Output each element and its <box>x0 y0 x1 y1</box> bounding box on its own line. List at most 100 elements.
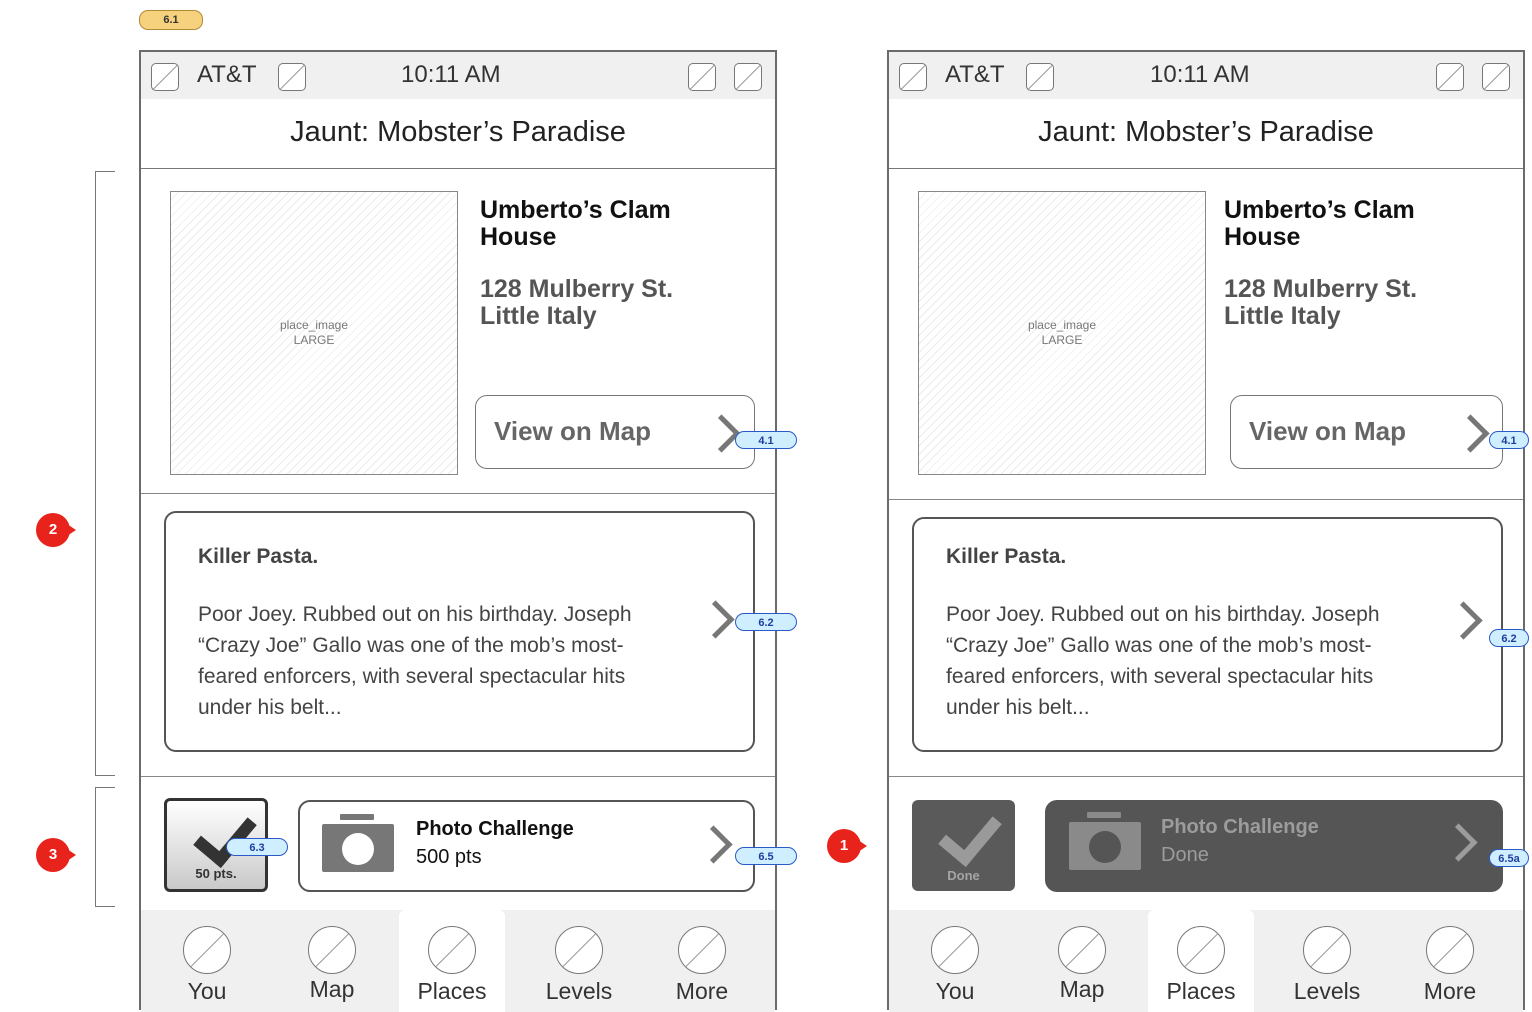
place-address-line2: Little Italy <box>480 302 597 330</box>
photo-challenge-card[interactable]: Photo Challenge 500 pts <box>298 800 755 892</box>
signal-icon <box>151 63 179 91</box>
story-section-bracket <box>95 171 115 776</box>
tab-more-icon <box>1426 926 1474 974</box>
page-title: Jaunt: Mobster’s Paradise <box>889 99 1523 169</box>
tab-map-icon <box>1058 926 1106 974</box>
carrier-label: AT&T <box>197 61 257 88</box>
story-ref-tag: 6.2 <box>735 613 797 631</box>
challenge-title: Photo Challenge <box>416 818 574 840</box>
chevron-right-icon <box>1451 414 1490 453</box>
screen-id-tag: 6.1 <box>139 10 203 30</box>
chevron-right-icon <box>696 600 735 639</box>
tab-label: Map <box>309 976 355 1002</box>
signal-icon <box>899 63 927 91</box>
view-on-map-label: View on Map <box>494 416 651 446</box>
map-button-ref-tag: 4.1 <box>1489 431 1529 449</box>
place-image: place_image LARGE <box>918 191 1206 475</box>
tab-more[interactable]: More <box>649 910 755 1012</box>
map-button-ref-tag: 4.1 <box>735 431 797 449</box>
check-in-points-label: 50 pts. <box>195 866 237 881</box>
divider <box>889 499 1523 500</box>
tab-places[interactable]: Places <box>399 910 505 1012</box>
tab-label: You <box>935 978 975 1004</box>
tab-bar: You Map Places Levels More <box>141 910 775 1012</box>
story-card[interactable]: Killer Pasta. Poor Joey. Rubbed out on h… <box>912 517 1503 752</box>
wifi-icon <box>1026 63 1054 91</box>
tab-label: Levels <box>1293 978 1361 1004</box>
location-icon <box>1436 63 1464 91</box>
clock-label: 10:11 AM <box>1150 61 1250 88</box>
check-in-ref-tag: 6.3 <box>226 838 288 856</box>
story-card[interactable]: Killer Pasta. Poor Joey. Rubbed out on h… <box>164 511 755 752</box>
tab-more[interactable]: More <box>1397 910 1503 1012</box>
tab-label: Places <box>1166 978 1236 1004</box>
tab-map[interactable]: Map <box>279 910 385 1012</box>
tab-label: More <box>675 978 729 1004</box>
divider <box>141 493 775 494</box>
image-label: place_image <box>279 318 349 332</box>
location-icon <box>688 63 716 91</box>
challenge-ref-tag: 6.5 <box>735 847 797 865</box>
story-body: Poor Joey. Rubbed out on his birthday. J… <box>198 603 632 719</box>
check-in-done-button: Done <box>912 800 1015 891</box>
battery-icon <box>1482 63 1510 91</box>
chevron-right-icon <box>1444 601 1483 640</box>
place-address-line2: Little Italy <box>1224 302 1341 330</box>
tab-you[interactable]: You <box>154 910 260 1012</box>
view-on-map-label: View on Map <box>1249 416 1406 446</box>
annotation-badge-3: 3 <box>36 838 76 872</box>
view-on-map-button[interactable]: View on Map <box>1230 395 1503 469</box>
check-in-done-label: Done <box>947 868 980 883</box>
image-size-label: LARGE <box>293 333 335 347</box>
actions-section-bracket <box>95 787 115 907</box>
tab-levels[interactable]: Levels <box>526 910 632 1012</box>
challenge-title: Photo Challenge <box>1161 816 1319 838</box>
chevron-right-icon <box>1439 823 1478 862</box>
wifi-icon <box>278 63 306 91</box>
tab-places[interactable]: Places <box>1148 910 1254 1012</box>
tab-label: Levels <box>545 978 613 1004</box>
story-ref-tag: 6.2 <box>1489 629 1529 647</box>
phone-screen-default: AT&T 10:11 AM Jaunt: Mobster’s Paradise … <box>139 50 797 1012</box>
tab-places-icon <box>428 926 476 974</box>
image-size-label: LARGE <box>1041 333 1083 347</box>
tab-map-icon <box>308 926 356 974</box>
tab-you-icon <box>183 926 231 974</box>
tab-label: More <box>1423 978 1477 1004</box>
checkmark-icon <box>938 800 1002 868</box>
carrier-label: AT&T <box>945 61 1005 88</box>
tab-you-icon <box>931 926 979 974</box>
tab-label: You <box>187 978 227 1004</box>
place-name: Umberto’s Clam House <box>480 196 671 251</box>
page-title: Jaunt: Mobster’s Paradise <box>141 99 775 169</box>
status-bar: AT&T 10:11 AM <box>889 52 1523 99</box>
status-bar: AT&T 10:11 AM <box>141 52 775 99</box>
challenge-status: Done <box>1161 844 1209 866</box>
tab-map[interactable]: Map <box>1029 910 1135 1012</box>
story-title: Killer Pasta. <box>946 545 1067 568</box>
place-address-line1: 128 Mulberry St. <box>1224 275 1418 303</box>
place-image: place_image LARGE <box>170 191 458 475</box>
tab-label: Places <box>417 978 487 1004</box>
annotation-badge-2: 2 <box>36 513 76 547</box>
camera-icon <box>322 814 394 872</box>
divider <box>889 776 1523 777</box>
place-name: Umberto’s Clam House <box>1224 196 1415 251</box>
phone-screen-done: AT&T 10:11 AM Jaunt: Mobster’s Paradise … <box>887 50 1529 1012</box>
tab-levels-icon <box>1303 926 1351 974</box>
camera-icon <box>1069 812 1141 870</box>
photo-challenge-done-card[interactable]: Photo Challenge Done <box>1045 800 1503 892</box>
annotation-badge-1: 1 <box>827 829 867 863</box>
tab-levels-icon <box>555 926 603 974</box>
tab-you[interactable]: You <box>902 910 1008 1012</box>
view-on-map-button[interactable]: View on Map <box>475 395 755 469</box>
story-title: Killer Pasta. <box>198 545 319 568</box>
image-label: place_image <box>1027 318 1097 332</box>
chevron-right-icon <box>702 414 741 453</box>
place-address-line1: 128 Mulberry St. <box>480 275 674 303</box>
tab-bar: You Map Places Levels More <box>889 910 1523 1012</box>
battery-icon <box>734 63 762 91</box>
challenge-ref-tag: 6.5a <box>1489 849 1529 867</box>
tab-levels[interactable]: Levels <box>1274 910 1380 1012</box>
checkmark-icon <box>193 801 257 869</box>
